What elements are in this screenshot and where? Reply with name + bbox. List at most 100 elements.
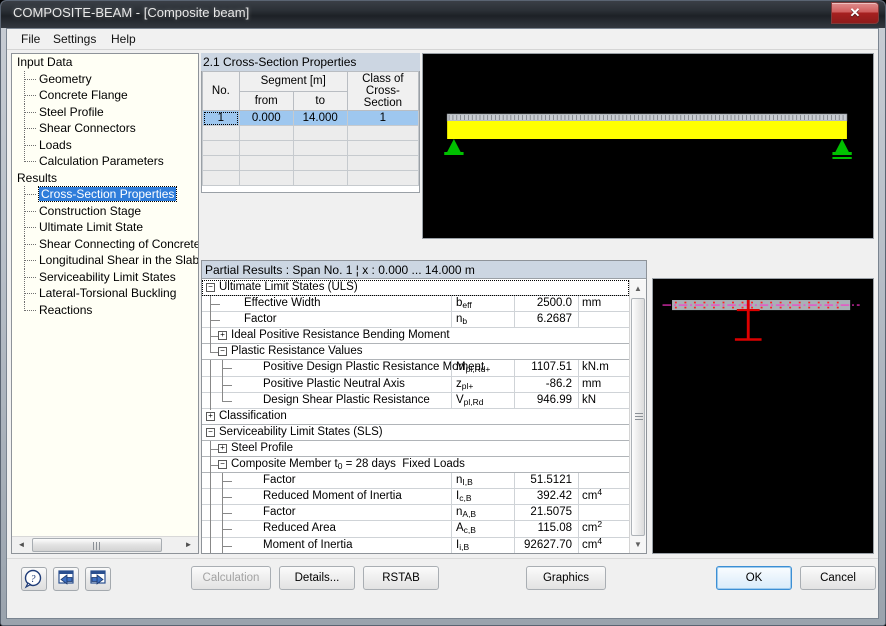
sidebar-item-concrete-flange[interactable]: Concrete Flange (12, 87, 198, 104)
results-data-row[interactable]: Factor nI,B 51.5121 (202, 473, 629, 491)
sidebar-item-geometry[interactable]: Geometry (12, 70, 198, 88)
table-row[interactable] (202, 155, 420, 171)
header-from: from (238, 90, 294, 111)
expand-icon[interactable]: + (206, 411, 215, 421)
collapse-icon[interactable]: − (218, 347, 227, 357)
details-button[interactable]: Details... (279, 566, 355, 590)
sidebar-item-results[interactable]: Results (12, 170, 198, 187)
results-group-row[interactable]: − Serviceability Limit States (SLS) (202, 425, 629, 441)
results-group-row[interactable]: − Ultimate Limit States (ULS) (202, 280, 629, 297)
menu-help[interactable]: Help (105, 32, 142, 48)
menu-settings[interactable]: Settings (47, 32, 102, 48)
collapse-icon[interactable]: − (206, 427, 215, 437)
column-separator (578, 473, 579, 489)
cell-class[interactable]: 1 (346, 110, 420, 126)
results-row-value: 21.5075 (530, 506, 572, 519)
sidebar-item-calculation-parameters[interactable]: Calculation Parameters (12, 153, 198, 170)
scroll-right-arrow-icon[interactable]: ► (180, 537, 197, 553)
cell-from[interactable]: 0.000 (238, 110, 294, 126)
results-data-row[interactable]: Reduced Moment of Inertia Ic,B 392.42 cm4 (202, 487, 629, 507)
partial-results-tree[interactable]: − Ultimate Limit States (ULS) Effective Wi… (202, 280, 629, 553)
results-vertical-scrollbar[interactable]: ▲ ▼ (629, 280, 646, 553)
rstab-button[interactable]: RSTAB (363, 566, 439, 590)
sidebar-item-reactions[interactable]: Reactions (12, 301, 198, 319)
previous-dialog-button[interactable] (53, 567, 79, 591)
results-group-row[interactable]: + Classification (202, 409, 629, 425)
scroll-down-arrow-icon[interactable]: ▼ (630, 536, 646, 553)
results-data-row[interactable]: Positive Plastic Neutral Axis zpl+ -86.2 mm (202, 376, 629, 394)
cell-no[interactable] (202, 155, 240, 171)
sidebar-item-shear-connectors[interactable]: Shear Connectors (12, 120, 198, 137)
scroll-up-arrow-icon[interactable]: ▲ (630, 280, 646, 297)
results-data-row[interactable]: Factor nA,B 21.5075 (202, 505, 629, 523)
table-row[interactable] (202, 140, 420, 156)
navigator-horizontal-scrollbar[interactable]: ◄ ► (12, 536, 198, 553)
cell-from[interactable] (238, 155, 294, 171)
results-group-row[interactable]: − Composite Member t0 = 28 days Fixed Loa… (202, 457, 629, 475)
collapse-icon[interactable]: − (218, 460, 227, 470)
expand-icon[interactable]: + (218, 331, 227, 341)
cross-section-graphic-panel[interactable] (652, 278, 874, 554)
close-button[interactable]: ✕ (831, 2, 879, 24)
cell-from[interactable] (238, 125, 294, 141)
sidebar-item-construction-stage[interactable]: Construction Stage (12, 202, 198, 220)
sidebar-item-serviceability-limit-states[interactable]: Serviceability Limit States (12, 268, 198, 286)
cell-class[interactable] (346, 140, 420, 156)
results-group-row[interactable]: − Plastic Resistance Values (202, 344, 629, 361)
results-data-row[interactable]: Reduced Area Ac,B 115.08 cm2 (202, 519, 629, 539)
collapse-icon[interactable]: − (206, 283, 215, 292)
next-dialog-button[interactable] (85, 567, 111, 591)
table-row[interactable] (202, 125, 420, 141)
help-icon: ? (24, 569, 42, 589)
cell-class[interactable] (346, 155, 420, 171)
sidebar-item-cross-section-properties[interactable]: Cross-Section Properties (12, 186, 198, 203)
sidebar-item-shear-connecting-of-concrete-f[interactable]: Shear Connecting of Concrete F (12, 235, 198, 253)
menu-file[interactable]: File (15, 32, 46, 48)
cell-class[interactable] (346, 170, 420, 186)
results-row-unit: kN (582, 393, 597, 406)
results-group-row[interactable]: + Ideal Positive Resistance Bending Momen… (202, 328, 629, 346)
sidebar-item-longitudinal-shear-in-the-slab[interactable]: Longitudinal Shear in the Slab (12, 252, 198, 269)
table-row[interactable] (202, 170, 420, 186)
cell-to[interactable] (292, 155, 348, 171)
cell-class[interactable] (346, 125, 420, 141)
cell-no[interactable] (202, 125, 240, 141)
results-data-row[interactable]: Factor nb 6.2687 (202, 312, 629, 330)
beam-graphic-panel[interactable] (422, 53, 874, 239)
sidebar-item-ultimate-limit-state[interactable]: Ultimate Limit State (12, 219, 198, 236)
results-data-row[interactable]: Moment of Inertia Ii,B 92627.70 cm4 (202, 536, 629, 553)
sidebar-item-lateral-torsional-buckling[interactable]: Lateral-Torsional Buckling (12, 285, 198, 302)
expand-icon[interactable]: + (218, 443, 227, 453)
results-data-row[interactable]: Effective Width beff 2500.0 mm (202, 296, 629, 314)
cell-from[interactable] (238, 170, 294, 186)
results-data-row[interactable]: Positive Design Plastic Resistance Momen… (202, 360, 629, 378)
scrollbar-thumb[interactable] (631, 298, 645, 536)
column-separator (451, 521, 452, 537)
cell-to[interactable] (292, 125, 348, 141)
sidebar-item-steel-profile[interactable]: Steel Profile (12, 103, 198, 121)
calculation-button[interactable]: Calculation (191, 566, 271, 590)
cell-no[interactable]: 1 (202, 110, 240, 126)
cancel-button[interactable]: Cancel (800, 566, 876, 590)
graphics-button[interactable]: Graphics (526, 566, 606, 590)
help-button[interactable]: ? (21, 567, 47, 591)
table-row[interactable]: 1 0.000 14.000 1 (202, 110, 420, 126)
cell-no[interactable] (202, 170, 240, 186)
sidebar-item-input-data[interactable]: Input Data (12, 54, 198, 71)
tree-connector-tick (223, 497, 232, 499)
cell-to[interactable] (292, 170, 348, 186)
sidebar-item-label: Ultimate Limit State (39, 220, 144, 234)
cell-to[interactable] (292, 140, 348, 156)
scroll-left-arrow-icon[interactable]: ◄ (13, 537, 30, 553)
cell-to[interactable]: 14.000 (292, 110, 348, 126)
tree-connector-dots (24, 111, 36, 113)
cell-from[interactable] (238, 140, 294, 156)
scrollbar-thumb[interactable] (32, 538, 162, 552)
results-data-row[interactable]: Design Shear Plastic Resistance Vpl,Rd 946… (202, 392, 629, 410)
column-separator (578, 537, 579, 553)
ok-button[interactable]: OK (716, 566, 792, 590)
results-group-row[interactable]: + Steel Profile (202, 440, 629, 458)
cell-no[interactable] (202, 140, 240, 156)
segments-table[interactable]: No. Segment [m] Class of Cross-Section f… (201, 71, 420, 193)
sidebar-item-loads[interactable]: Loads (12, 136, 198, 154)
